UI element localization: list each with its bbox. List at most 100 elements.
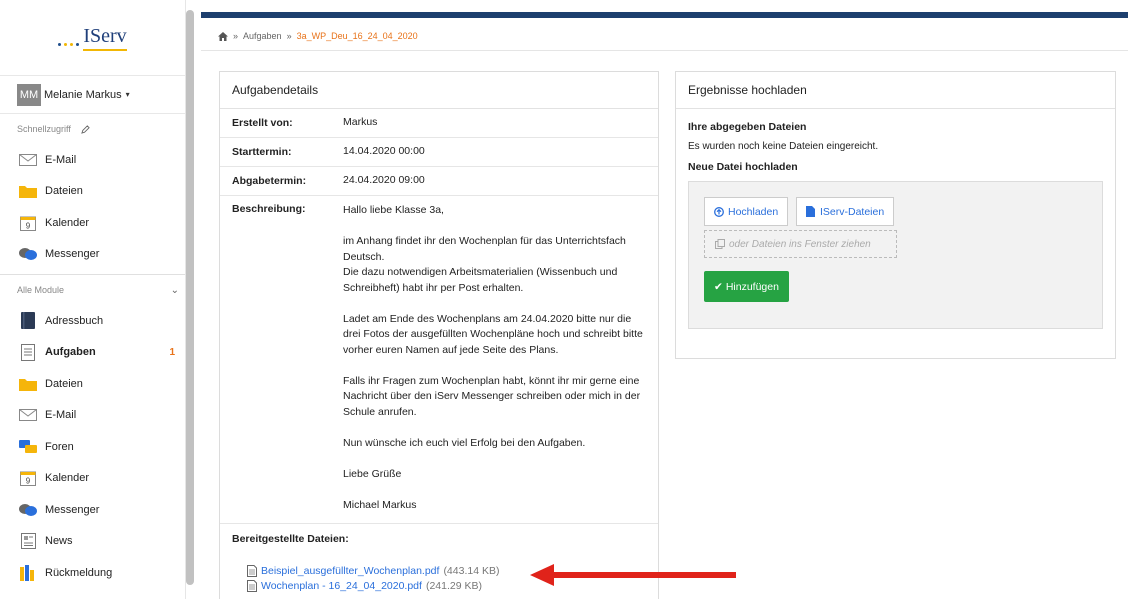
module-label: E-Mail [45, 409, 77, 422]
file-link[interactable]: Beispiel_ausgefüllter_Wochenplan.pdf [261, 565, 439, 577]
description-text: Hallo liebe Klasse 3a, im Anhang findet … [343, 203, 646, 513]
all-modules-label: Alle Module [17, 285, 65, 295]
pdf-file-icon [247, 564, 257, 577]
module-addressbook[interactable]: Adressbuch [0, 305, 185, 337]
module-label: Rückmeldung [45, 566, 113, 579]
logo-text: IServ [83, 25, 127, 51]
calendar-icon: 9 [17, 215, 39, 231]
dropzone[interactable]: oder Dateien ins Fenster ziehen [704, 230, 897, 258]
chevron-down-icon: ⌄ [170, 284, 179, 296]
svg-text:9: 9 [26, 477, 31, 486]
pdf-file-icon [247, 579, 257, 592]
breadcrumb-current: 3a_WP_Deu_16_24_04_2020 [296, 31, 418, 41]
detail-label: Starttermin: [232, 146, 292, 158]
quick-item-messenger[interactable]: Messenger [0, 239, 185, 271]
module-calendar[interactable]: 9 Kalender [0, 463, 185, 495]
module-label: Dateien [45, 377, 83, 390]
detail-row-due: Abgabetermin: 24.04.2020 09:00 [220, 167, 658, 196]
home-icon[interactable] [218, 31, 228, 41]
file-size: (241.29 KB) [425, 579, 482, 592]
sidebar: IServ MM Melanie Markus ▾ Schnellzugriff… [0, 0, 186, 599]
module-feedback[interactable]: Rückmeldung [0, 557, 185, 589]
dropzone-text: oder Dateien ins Fenster ziehen [729, 238, 871, 250]
addressbook-icon [17, 312, 39, 330]
detail-value: Markus [343, 116, 378, 129]
detail-label: Abgabetermin: [232, 175, 307, 187]
module-messenger[interactable]: Messenger [0, 494, 185, 526]
new-file-heading: Neue Datei hochladen [688, 161, 798, 173]
module-email[interactable]: E-Mail [0, 400, 185, 432]
module-label: News [45, 535, 73, 548]
svg-text:9: 9 [26, 221, 31, 230]
user-name: Melanie Markus [44, 88, 122, 101]
breadcrumb-tasks-link[interactable]: Aufgaben [243, 31, 282, 41]
checkmark-icon: ✔ [714, 280, 723, 293]
detail-row-start: Starttermin: 14.04.2020 00:00 [220, 138, 658, 167]
quick-item-label: E-Mail [45, 153, 77, 166]
panel-title: Aufgabendetails [220, 72, 658, 109]
detail-row-creator: Erstellt von: Markus [220, 109, 658, 138]
description-paragraph: Ladet am Ende des Wochenplans am 24.04.2… [343, 312, 643, 356]
iserv-logo[interactable]: IServ [0, 0, 185, 76]
envelope-icon [17, 153, 39, 166]
user-menu[interactable]: MM Melanie Markus ▾ [0, 76, 185, 114]
add-button-label: Hinzufügen [725, 280, 779, 293]
sidebar-scrollbar[interactable] [186, 10, 194, 585]
pencil-icon[interactable] [81, 124, 90, 134]
file-link[interactable]: Wochenplan - 16_24_04_2020.pdf [261, 580, 422, 592]
file-size: (443.14 KB) [443, 564, 500, 577]
quick-item-label: Messenger [45, 248, 100, 261]
description-paragraph: Hallo liebe Klasse 3a, [343, 204, 444, 216]
module-news[interactable]: News [0, 526, 185, 558]
provided-files-label: Bereitgestellte Dateien: [232, 533, 349, 545]
caret-down-icon: ▾ [125, 90, 130, 99]
detail-row-description: Beschreibung: Hallo liebe Klasse 3a, im … [220, 196, 658, 524]
description-paragraph: Falls ihr Fragen zum Wochenplan habt, kö… [343, 374, 641, 418]
red-arrow-annotation [530, 564, 736, 586]
iserv-files-button[interactable]: IServ-Dateien [796, 197, 895, 226]
module-tasks[interactable]: Aufgaben 1 [0, 337, 185, 369]
top-bar [201, 12, 1128, 18]
upload-button[interactable]: Hochladen [704, 197, 789, 226]
upload-results-panel: Ergebnisse hochladen Ihre abgegeben Date… [675, 71, 1116, 359]
all-modules-header[interactable]: Alle Module ⌄ [0, 275, 185, 305]
module-label: Aufgaben [45, 346, 96, 359]
module-forums[interactable]: Foren [0, 431, 185, 463]
module-label: Adressbuch [45, 314, 104, 327]
detail-label: Beschreibung: [232, 203, 306, 215]
envelope-icon [17, 409, 39, 422]
panel-title: Ergebnisse hochladen [676, 72, 1115, 109]
upload-area: Hochladen IServ-Dateien oder Dateien ins… [688, 181, 1103, 329]
upload-circle-icon [714, 206, 724, 217]
detail-value: 14.04.2020 00:00 [343, 145, 425, 158]
module-label: Foren [45, 440, 74, 453]
avatar: MM [17, 83, 41, 106]
task-details-panel: Aufgabendetails Erstellt von: Markus Sta… [219, 71, 659, 599]
forum-icon [17, 439, 39, 454]
quick-item-label: Dateien [45, 185, 83, 198]
file-icon [806, 206, 815, 217]
tasks-icon [17, 343, 39, 361]
quick-item-files[interactable]: Dateien [0, 176, 185, 208]
folder-icon [17, 377, 39, 391]
breadcrumb: » Aufgaben » 3a_WP_Deu_16_24_04_2020 [218, 31, 418, 41]
upload-button-label: Hochladen [728, 205, 779, 218]
quick-access-label: Schnellzugriff [17, 124, 71, 134]
feedback-icon [17, 564, 39, 581]
copy-icon [715, 239, 725, 249]
chat-bubbles-icon [17, 503, 39, 517]
description-paragraph: Nun wünsche ich euch viel Erfolg bei den… [343, 436, 586, 449]
module-files[interactable]: Dateien [0, 368, 185, 400]
detail-label: Erstellt von: [232, 117, 293, 129]
quick-item-email[interactable]: E-Mail [0, 144, 185, 176]
logo-dots-icon [58, 43, 80, 46]
module-label: Kalender [45, 472, 90, 485]
description-paragraph: Michael Markus [343, 498, 417, 511]
quick-item-calendar[interactable]: 9 Kalender [0, 207, 185, 239]
module-label: Messenger [45, 503, 100, 516]
breadcrumb-separator: » [286, 31, 292, 41]
folder-icon [17, 184, 39, 199]
quick-access-header: Schnellzugriff [0, 114, 185, 144]
add-button[interactable]: ✔ Hinzufügen [704, 271, 789, 302]
detail-value: 24.04.2020 09:00 [343, 174, 425, 187]
